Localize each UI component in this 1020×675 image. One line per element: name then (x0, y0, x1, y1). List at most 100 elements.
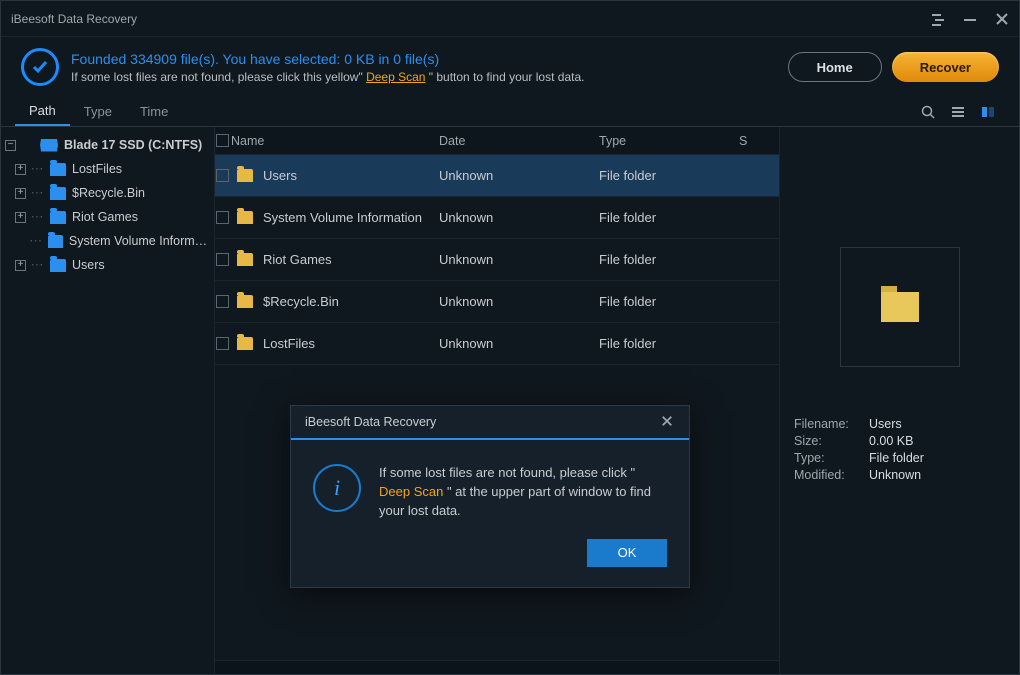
size-k: Size: (794, 434, 869, 448)
modified-v: Unknown (869, 468, 921, 482)
titlebar: iBeesoft Data Recovery (1, 1, 1019, 37)
expand-icon[interactable]: + (15, 212, 26, 223)
table-row[interactable]: $Recycle.BinUnknownFile folder (215, 281, 779, 323)
cell-type: File folder (599, 336, 739, 351)
tab-type[interactable]: Type (70, 97, 126, 126)
cell-name: Riot Games (229, 252, 439, 267)
folder-icon (237, 295, 253, 308)
recover-button[interactable]: Recover (892, 52, 999, 82)
type-v: File folder (869, 451, 924, 465)
row-checkbox[interactable] (216, 295, 229, 308)
row-name-text: Users (263, 168, 297, 183)
expand-icon[interactable]: + (15, 164, 26, 175)
folder-icon (237, 211, 253, 224)
col-size[interactable]: S (739, 134, 779, 148)
row-checkbox[interactable] (216, 211, 229, 224)
header-text: Founded 334909 file(s). You have selecte… (71, 51, 584, 84)
cell-date: Unknown (439, 252, 599, 267)
tree-label: Users (72, 258, 105, 272)
hint-a: If some lost files are not found, please… (71, 70, 366, 84)
home-button[interactable]: Home (788, 52, 882, 82)
expand-icon[interactable]: + (15, 260, 26, 271)
type-k: Type: (794, 451, 869, 465)
cell-type: File folder (599, 210, 739, 225)
folder-icon (237, 253, 253, 266)
expand-blank (15, 236, 25, 247)
tree-dots: ⋯ (29, 233, 42, 249)
dialog-titlebar: iBeesoft Data Recovery (291, 406, 689, 440)
dialog-close-icon[interactable] (661, 415, 675, 429)
cell-name: LostFiles (229, 336, 439, 351)
col-date[interactable]: Date (439, 134, 599, 148)
tree-dots: ⋯ (30, 209, 44, 225)
tab-path[interactable]: Path (15, 97, 70, 126)
cell-name: System Volume Information (229, 210, 439, 225)
status-line: Founded 334909 file(s). You have selecte… (71, 51, 584, 67)
table-row[interactable]: Users UnknownFile folder (215, 155, 779, 197)
table-row[interactable]: Riot Games UnknownFile folder (215, 239, 779, 281)
folder-icon (50, 211, 66, 224)
window-controls (931, 12, 1009, 26)
preview-toggle-icon[interactable] (981, 105, 995, 119)
preview-pane: Filename:Users Size:0.00 KB Type:File fo… (779, 127, 1019, 674)
tree-dots: ⋯ (30, 257, 44, 273)
sidebar: −· Blade 17 SSD (C:NTFS) +⋯LostFiles+⋯$R… (1, 127, 215, 674)
main-hscroll[interactable] (215, 660, 779, 674)
dialog-footer: OK (291, 539, 689, 587)
tab-bar: Path Type Time (1, 97, 1019, 127)
tree-drive[interactable]: −· Blade 17 SSD (C:NTFS) (1, 133, 214, 157)
row-name-text: Riot Games (263, 252, 332, 267)
col-type[interactable]: Type (599, 134, 739, 148)
row-checkbox[interactable] (216, 253, 229, 266)
settings-icon[interactable] (931, 12, 945, 26)
tree-item[interactable]: +⋯LostFiles (1, 157, 214, 181)
tab-time[interactable]: Time (126, 97, 182, 126)
tree-item[interactable]: ⋯ System Volume Information (1, 229, 214, 253)
row-name-text: $Recycle.Bin (263, 294, 339, 309)
tree-dots: ⋯ (30, 185, 44, 201)
table-row[interactable]: LostFiles UnknownFile folder (215, 323, 779, 365)
ok-button[interactable]: OK (587, 539, 667, 567)
hint-b: " button to find your lost data. (425, 70, 584, 84)
collapse-icon[interactable]: − (5, 140, 16, 151)
close-icon[interactable] (995, 12, 1009, 26)
table-row[interactable]: System Volume InformationUnknownFile fol… (215, 197, 779, 239)
tree-item[interactable]: + ⋯ $Recycle.Bin (1, 181, 214, 205)
folder-icon (237, 169, 253, 182)
tree-item[interactable]: + ⋯ Riot Games (1, 205, 214, 229)
cell-name: $Recycle.Bin (229, 294, 439, 309)
preview-thumb (840, 247, 960, 367)
cell-type: File folder (599, 252, 739, 267)
tree-label: System Volume Information (69, 234, 210, 248)
expand-icon[interactable]: + (15, 188, 26, 199)
dialog-text-a: If some lost files are not found, please… (379, 465, 635, 480)
row-checkbox[interactable] (216, 337, 229, 350)
dialog-body: i If some lost files are not found, plea… (291, 440, 689, 539)
info-dialog: iBeesoft Data Recovery i If some lost fi… (290, 405, 690, 588)
row-checkbox[interactable] (216, 169, 229, 182)
folder-icon (50, 163, 66, 176)
body: −· Blade 17 SSD (C:NTFS) +⋯LostFiles+⋯$R… (1, 127, 1019, 674)
deep-scan-link[interactable]: Deep Scan (366, 70, 425, 84)
dialog-text: If some lost files are not found, please… (379, 464, 667, 521)
cell-type: File folder (599, 168, 739, 183)
cell-date: Unknown (439, 168, 599, 183)
tree-label: $Recycle.Bin (72, 186, 145, 200)
minimize-icon[interactable] (963, 12, 977, 26)
cell-date: Unknown (439, 294, 599, 309)
grid-header: Name Date Type S (215, 127, 779, 155)
tree-item[interactable]: + ⋯ Users (1, 253, 214, 277)
select-all-checkbox[interactable] (216, 134, 229, 147)
search-icon[interactable] (921, 105, 935, 119)
tree-label: Riot Games (72, 210, 138, 224)
header: Founded 334909 file(s). You have selecte… (1, 37, 1019, 97)
filename-k: Filename: (794, 417, 869, 431)
col-name[interactable]: Name (229, 134, 439, 148)
cell-date: Unknown (439, 336, 599, 351)
tree-label: LostFiles (72, 162, 122, 176)
list-view-icon[interactable] (951, 105, 965, 119)
folder-icon (881, 292, 919, 322)
row-name-text: LostFiles (263, 336, 315, 351)
size-v: 0.00 KB (869, 434, 913, 448)
row-name-text: System Volume Information (263, 210, 422, 225)
